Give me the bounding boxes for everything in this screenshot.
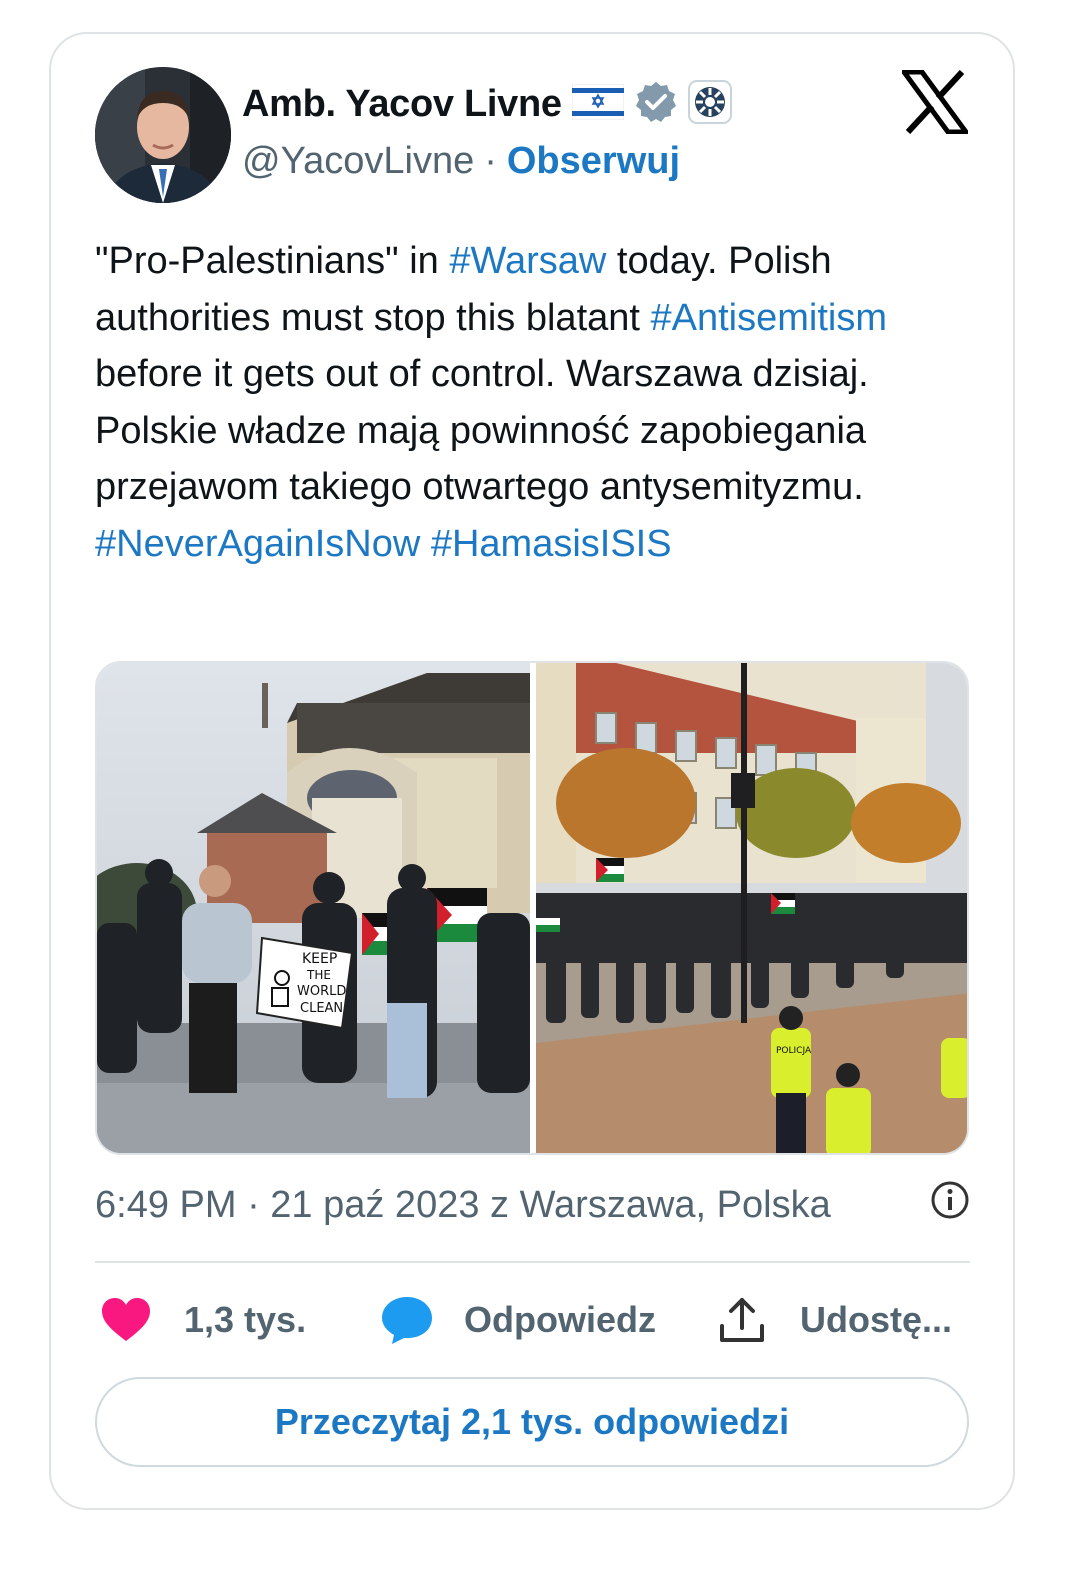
- x-logo-icon[interactable]: [899, 69, 971, 135]
- tweet-meta-row: 6:49 PM · 21 paź 2023 z Warszawa, Polska: [95, 1180, 970, 1230]
- reply-button[interactable]: Odpowiedz: [380, 1295, 718, 1345]
- hashtag-link[interactable]: #Antisemitism: [651, 297, 888, 339]
- israel-flag-icon: [571, 83, 625, 125]
- tweet-text: "Pro-Palestinians" in #Warsaw today. Pol…: [95, 233, 965, 572]
- svg-text:CLEAN: CLEAN: [300, 1001, 343, 1016]
- share-icon: [718, 1296, 766, 1344]
- svg-text:POLICJA: POLICJA: [776, 1046, 812, 1056]
- like-button[interactable]: 1,3 tys.: [100, 1297, 380, 1343]
- tweet-media-grid[interactable]: KEEP THE WORLD CLEAN POLICJA: [95, 661, 969, 1155]
- divider: [95, 1261, 970, 1263]
- tweet-text-segment: before it gets out of control. Warszawa …: [95, 353, 869, 508]
- hashtag-link[interactable]: #HamasisISIS: [431, 523, 672, 565]
- share-button[interactable]: Udostę...: [718, 1296, 952, 1344]
- separator-dot: ·: [484, 140, 497, 182]
- protest-sign: KEEP THE WORLD CLEAN: [255, 936, 354, 1030]
- svg-text:THE: THE: [306, 968, 331, 982]
- hashtag-link[interactable]: #NeverAgainIsNow: [95, 523, 420, 565]
- photo-protest-church[interactable]: KEEP THE WORLD CLEAN: [97, 663, 530, 1153]
- author-name-row: Amb. Yacov Livne: [242, 80, 732, 129]
- photo-march-street[interactable]: POLICJA: [536, 663, 967, 1153]
- follow-button[interactable]: Obserwuj: [507, 140, 680, 183]
- like-count: 1,3 tys.: [184, 1299, 307, 1340]
- share-label: Udostę...: [800, 1299, 953, 1340]
- reply-bubble-icon: [380, 1295, 434, 1345]
- author-handle-row: @YacovLivne · Obserwuj: [242, 140, 680, 183]
- read-replies-button[interactable]: Przeczytaj 2,1 tys. odpowiedzi: [95, 1377, 969, 1467]
- heart-icon: [100, 1297, 152, 1343]
- svg-text:KEEP: KEEP: [302, 951, 337, 967]
- info-icon[interactable]: [930, 1180, 970, 1230]
- tweet-timestamp[interactable]: 6:49 PM · 21 paź 2023 z Warszawa, Polska: [95, 1184, 831, 1227]
- government-affiliation-icon: [687, 80, 732, 129]
- hashtag-link[interactable]: #Warsaw: [449, 240, 606, 282]
- author-avatar[interactable]: [95, 67, 231, 203]
- author-name[interactable]: Amb. Yacov Livne: [242, 83, 562, 126]
- reply-label: Odpowiedz: [464, 1299, 656, 1340]
- tweet-text-segment: [420, 523, 431, 565]
- tweet-actions: 1,3 tys. Odpowiedz Udostę...: [100, 1288, 970, 1352]
- svg-text:WORLD: WORLD: [297, 984, 346, 999]
- author-handle[interactable]: @YacovLivne: [242, 140, 474, 183]
- tweet-text-segment: "Pro-Palestinians" in: [95, 240, 450, 282]
- verified-badge-icon: [634, 80, 678, 129]
